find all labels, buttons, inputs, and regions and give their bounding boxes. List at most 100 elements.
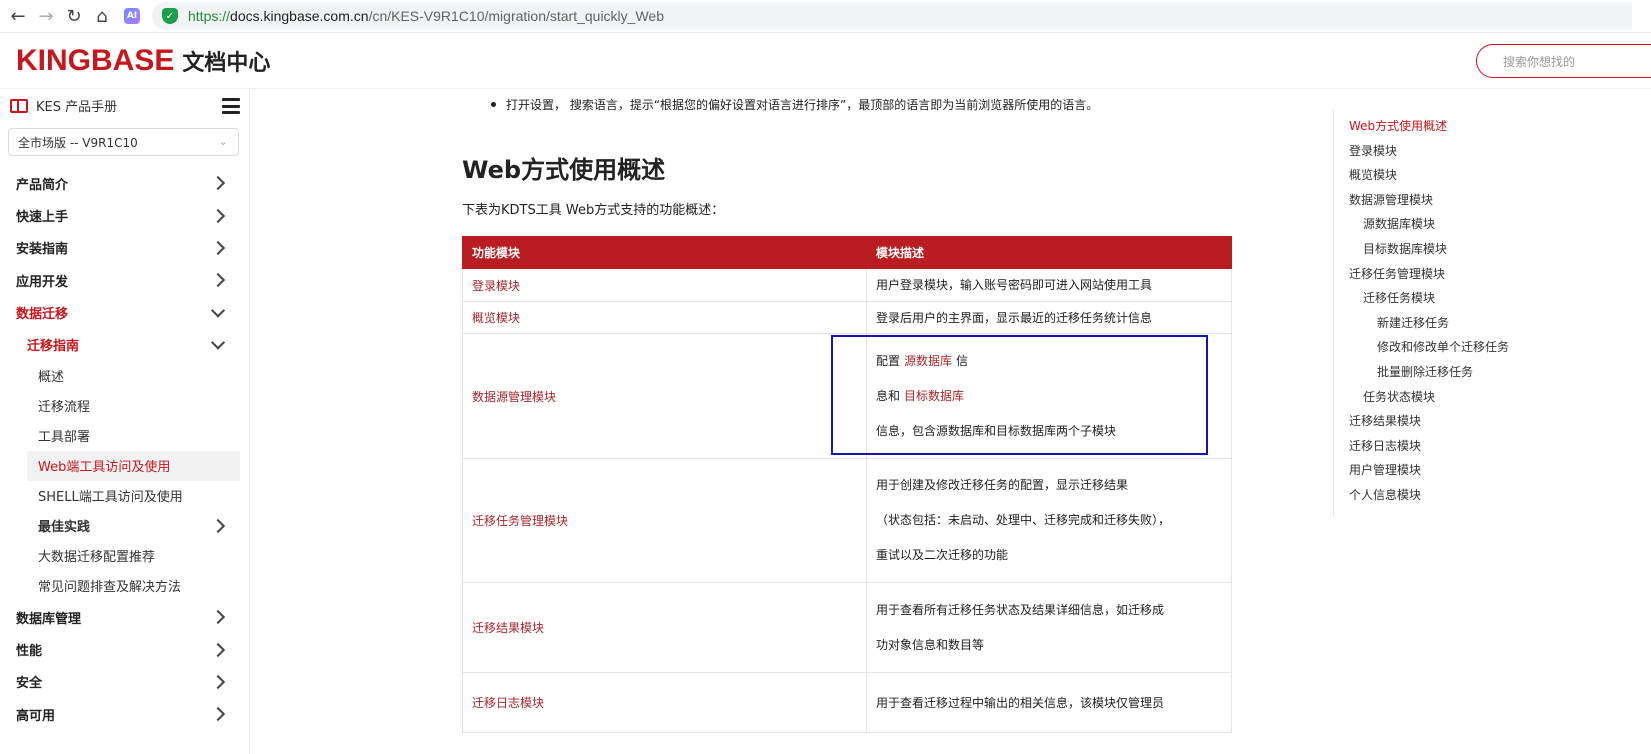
site-header: KINGBASE 文档中心 搜索你想找的: [0, 33, 1651, 89]
ai-extension-icon[interactable]: AI: [124, 8, 140, 24]
version-value: 全市场版 -- V9R1C10: [18, 135, 138, 150]
hamburger-menu-icon[interactable]: [222, 98, 240, 114]
module-link[interactable]: 迁移任务管理模块: [462, 458, 867, 583]
sidebar-item[interactable]: 最佳实践: [0, 511, 250, 541]
desc-line: 重试以及二次迁移的功能: [876, 548, 1009, 562]
sidebar-item-label: 工具部署: [38, 430, 91, 446]
version-select[interactable]: 全市场版 -- V9R1C10 ⌄: [8, 128, 239, 156]
sidebar-item[interactable]: Web端工具访问及使用: [27, 450, 240, 481]
browser-toolbar: ← → ↻ ⌂ AI ✓ https://docs.kingbase.com.c…: [0, 0, 1651, 33]
home-icon[interactable]: ⌂: [88, 2, 116, 30]
module-desc: 用于查看所有迁移任务状态及结果详细信息，如迁移成 功对象信息和数目等: [866, 582, 1232, 673]
search-input[interactable]: 搜索你想找的: [1476, 44, 1651, 78]
sidebar-item-label: SHELL端工具访问及使用: [38, 490, 183, 506]
chevron-down-icon[interactable]: [210, 303, 226, 318]
site-subtitle: 文档中心: [182, 50, 271, 76]
toc-item[interactable]: 迁移日志模块: [1349, 437, 1421, 454]
sidebar-item[interactable]: 工具部署: [0, 421, 250, 451]
table-row: 登录模块 用户登录模块，输入账号密码即可进入网站使用工具: [462, 268, 1232, 302]
toc-item[interactable]: 新建迁移任务: [1377, 314, 1449, 331]
toc-item[interactable]: 源数据库模块: [1363, 215, 1435, 232]
toc-item[interactable]: 迁移任务管理模块: [1349, 265, 1445, 282]
desc-line: 用户登录模块，输入账号密码即可进入网站使用工具: [876, 278, 1153, 292]
toc-item[interactable]: 修改和修改单个迁移任务: [1377, 338, 1509, 355]
address-bar[interactable]: ✓ https://docs.kingbase.com.cn/cn/KES-V9…: [152, 2, 1632, 30]
sidebar-item[interactable]: 常见问题排查及解决方法: [0, 571, 250, 601]
sidebar-item[interactable]: 数据库管理: [0, 601, 250, 633]
toc-item[interactable]: 登录模块: [1349, 142, 1397, 159]
inline-link[interactable]: 源数据库: [904, 354, 952, 368]
toc-item[interactable]: 用户管理模块: [1349, 461, 1421, 478]
module-link[interactable]: 数据源管理模块: [462, 333, 867, 459]
sidebar-item[interactable]: SHELL端工具访问及使用: [0, 481, 250, 511]
sidebar-item[interactable]: 产品简介: [0, 167, 250, 199]
sidebar-item-label: 概述: [38, 370, 65, 386]
sidebar-item-label: 迁移指南: [27, 339, 80, 355]
chevron-right-icon[interactable]: [210, 674, 226, 689]
module-desc: 登录后用户的主界面，显示最近的迁移任务统计信息: [866, 301, 1232, 334]
sidebar-item[interactable]: 概述: [0, 361, 250, 391]
toc-item[interactable]: 迁移任务模块: [1363, 289, 1435, 306]
sidebar-nav: 产品简介 快速上手安装指南应用开发 数据迁移迁移指南概述迁移流程工具部署 Web端工具…: [0, 167, 250, 731]
chevron-right-icon[interactable]: [210, 273, 226, 288]
sidebar-item[interactable]: 安全: [0, 666, 250, 698]
table-header-module: 功能模块: [462, 236, 867, 269]
sidebar-item-label: 迁移流程: [38, 400, 91, 416]
chevron-right-icon[interactable]: [210, 240, 226, 256]
sidebar-item[interactable]: 快速上手: [0, 199, 250, 231]
desc-line: （状态包括：未启动、处理中、迁移完成和迁移失败），: [876, 513, 1171, 527]
chevron-down-icon[interactable]: [210, 335, 226, 350]
sidebar-item-label: Web端工具访问及使用: [38, 460, 171, 476]
module-link[interactable]: 登录模块: [462, 268, 867, 302]
sidebar-item-label: 大数据迁移配置推荐: [38, 550, 156, 566]
toc-item[interactable]: 个人信息模块: [1349, 486, 1421, 503]
chevron-right-icon[interactable]: [210, 610, 226, 625]
chevron-right-icon[interactable]: [210, 176, 226, 191]
table-row: 概览模块 登录后用户的主界面，显示最近的迁移任务统计信息: [462, 301, 1232, 334]
desc-line: 息和 目标数据库: [876, 388, 965, 403]
sidebar-item[interactable]: 应用开发: [0, 264, 250, 296]
toc-item[interactable]: 批量删除迁移任务: [1377, 363, 1473, 380]
chevron-right-icon[interactable]: [210, 208, 226, 223]
book-icon: [10, 98, 28, 113]
sidebar-item[interactable]: 迁移流程: [0, 391, 250, 421]
secure-shield-icon[interactable]: ✓: [162, 8, 178, 24]
desc-line: 用于创建及修改迁移任务的配置，显示迁移结果: [876, 478, 1129, 492]
reload-icon[interactable]: ↻: [60, 2, 88, 30]
toc-item[interactable]: 任务状态模块: [1363, 388, 1435, 405]
intro-text: 下表为KDTS工具 Web方式支持的功能概述：: [462, 203, 725, 218]
forward-arrow-icon[interactable]: →: [32, 2, 60, 30]
back-arrow-icon[interactable]: ←: [4, 2, 32, 30]
toc-item[interactable]: 迁移结果模块: [1349, 412, 1421, 429]
sidebar-item-label: 数据库管理: [16, 611, 82, 627]
sidebar-item-label: 安全: [16, 676, 43, 692]
chevron-down-icon: ⌄: [218, 135, 228, 148]
sidebar-item[interactable]: 性能: [0, 633, 250, 665]
sidebar-item[interactable]: 安装指南: [0, 232, 250, 264]
sidebar-item-label: 安装指南: [16, 242, 69, 258]
module-link[interactable]: 迁移日志模块: [462, 672, 867, 733]
toc-item[interactable]: 概览模块: [1349, 166, 1397, 183]
kingbase-logo[interactable]: KINGBASE: [16, 44, 174, 78]
sidebar-item-label: 性能: [16, 644, 43, 660]
desc-line: 功对象信息和数目等: [876, 637, 985, 652]
chevron-right-icon[interactable]: [210, 518, 226, 534]
chevron-right-icon[interactable]: [210, 707, 226, 722]
chevron-right-icon[interactable]: [210, 642, 226, 657]
sidebar-item[interactable]: 大数据迁移配置推荐: [0, 541, 250, 571]
toc-item[interactable]: 数据源管理模块: [1349, 191, 1433, 208]
sidebar-item[interactable]: 迁移指南: [0, 329, 250, 361]
desc-line: 用于查看迁移过程中输出的相关信息，该模块仅管理员: [876, 695, 1165, 710]
inline-link[interactable]: 目标数据库: [904, 389, 964, 403]
toc-item[interactable]: Web方式使用概述: [1349, 117, 1447, 134]
sidebar-item[interactable]: 数据迁移: [0, 297, 250, 329]
sidebar-item[interactable]: 高可用: [0, 698, 250, 730]
sidebar-item-label: 高可用: [16, 708, 56, 724]
toc-item[interactable]: 目标数据库模块: [1363, 240, 1447, 257]
table-row: 迁移日志模块 用于查看迁移过程中输出的相关信息，该模块仅管理员: [462, 672, 1232, 733]
module-link[interactable]: 概览模块: [462, 301, 867, 334]
module-link[interactable]: 迁移结果模块: [462, 582, 867, 673]
feature-table: 功能模块 模块描述 登录模块 用户登录模块，输入账号密码即可进入网站使用工具 概览模…: [462, 236, 1232, 733]
sidebar-item-label: 常见问题排查及解决方法: [38, 580, 182, 596]
table-row: 数据源管理模块 配置 源数据库信息和 目标数据库 信息，包含源数据库和目标数据库两个子模…: [462, 333, 1232, 459]
